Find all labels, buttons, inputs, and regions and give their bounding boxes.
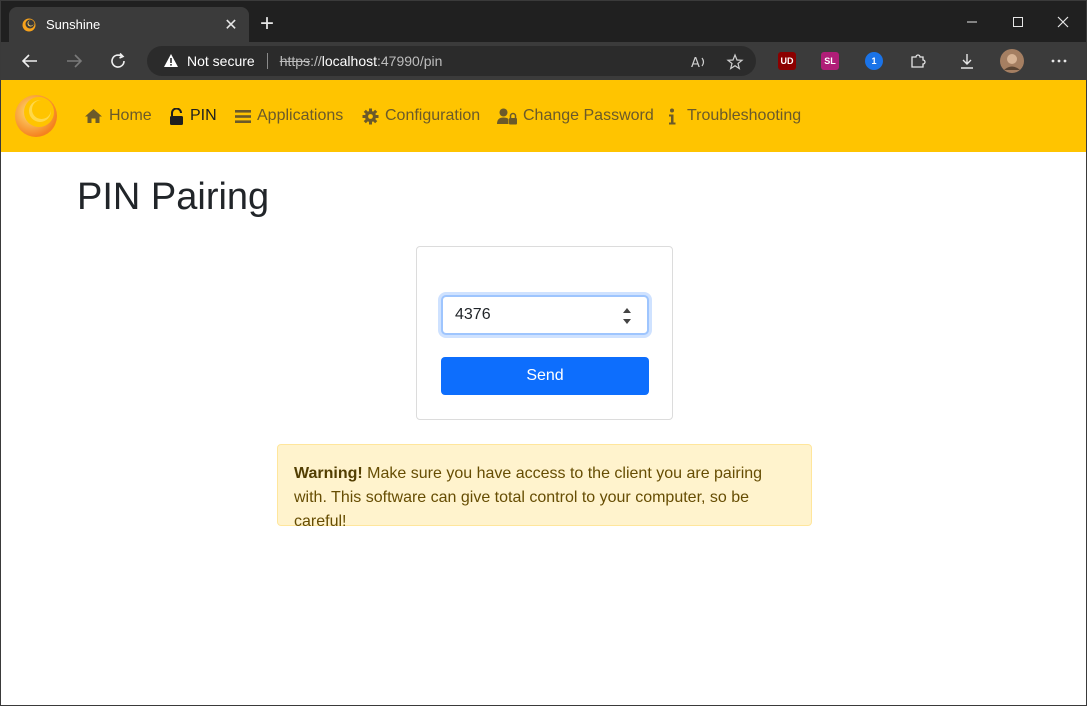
onepassword-extension-icon[interactable]: 1 [865,52,883,70]
downloads-button[interactable] [951,46,983,76]
bars-icon [235,109,251,123]
minimize-button[interactable] [948,1,996,42]
tab-close-icon[interactable]: ✕ [217,11,245,39]
browser-window: Sunshine ✕ + Not secure https://localhos [0,0,1087,706]
home-icon [85,109,102,123]
info-icon [669,108,676,124]
warning-strong: Warning! [294,465,363,482]
download-icon [961,54,973,69]
pin-value: 4376 [455,306,491,323]
address-divider [266,53,268,69]
url-text[interactable]: https://localhost:47990/pin [280,53,443,69]
maximize-icon [1013,16,1023,27]
nav-applications[interactable]: Applications [235,80,343,152]
tab-title: Sunshine [46,17,101,32]
nav-configuration[interactable]: Configuration [362,80,480,152]
nav-troubleshooting-label: Troubleshooting [687,107,802,124]
extensions-button[interactable] [902,46,934,76]
back-button[interactable] [14,46,46,76]
pin-form-card: 4376 Send [416,246,673,420]
ublock-text: UD [780,56,794,66]
nav-home[interactable]: Home [84,80,152,152]
warning-message: Make sure you have access to the client … [294,465,763,530]
url-host: localhost [321,53,377,69]
number-stepper-icon[interactable] [621,305,633,327]
warning-alert: Warning! Make sure you have access to th… [277,444,812,530]
nav-pin-label: PIN [190,107,217,124]
url-scheme: https [279,53,311,69]
nav-troubleshooting[interactable]: Troubleshooting [665,80,801,152]
more-menu-button[interactable] [1043,46,1075,76]
favorite-star-icon[interactable] [726,53,744,71]
maximize-button[interactable] [994,1,1042,42]
nav-configuration-label: Configuration [385,107,481,124]
nav-home-label: Home [109,107,152,124]
sl-text: SL [824,56,836,66]
nav-change-password-label: Change Password [523,107,654,124]
avatar [1000,49,1024,73]
forward-button[interactable] [58,46,90,76]
security-status[interactable]: Not secure [187,53,255,69]
more-dots-icon [1051,59,1067,63]
address-bar[interactable]: Not secure https://localhost:47990/pin A [147,46,756,76]
app-navbar: Home PIN Applications Configuration Chan… [1,80,1086,152]
sunshine-logo[interactable] [14,92,58,138]
ublock-extension-icon[interactable]: UD [778,52,796,70]
close-icon [1057,16,1069,27]
title-bar: Sunshine ✕ + [1,1,1086,42]
user-lock-icon [497,108,517,124]
onepassword-text: 1 [871,56,877,66]
nav-change-password[interactable]: Change Password [497,80,654,152]
read-aloud-icon[interactable]: A [690,53,708,71]
warning-triangle-icon [164,54,178,67]
profile-button[interactable] [996,46,1028,76]
browser-toolbar: Not secure https://localhost:47990/pin A… [1,42,1086,80]
url-path: :47990/pin [377,53,443,69]
send-button[interactable]: Send [441,357,649,395]
browser-tab[interactable]: Sunshine ✕ [9,7,249,42]
url-separator: :// [310,53,322,69]
close-window-button[interactable] [1039,1,1086,42]
nav-pin[interactable]: PIN [169,80,217,152]
back-arrow-icon [21,54,37,68]
page-title: PIN Pairing [77,176,270,218]
refresh-button[interactable] [102,46,134,76]
svg-text:A: A [691,56,700,71]
sl-extension-icon[interactable]: SL [821,52,839,70]
minimize-icon [967,21,977,22]
forward-arrow-icon [67,54,83,68]
puzzle-icon [911,54,926,68]
pin-input[interactable]: 4376 [441,295,649,335]
lock-icon [170,107,183,125]
nav-applications-label: Applications [257,107,344,124]
refresh-icon [111,52,125,68]
new-tab-button[interactable]: + [253,10,281,38]
gear-icon [362,108,379,124]
sunshine-favicon-icon [22,18,36,31]
